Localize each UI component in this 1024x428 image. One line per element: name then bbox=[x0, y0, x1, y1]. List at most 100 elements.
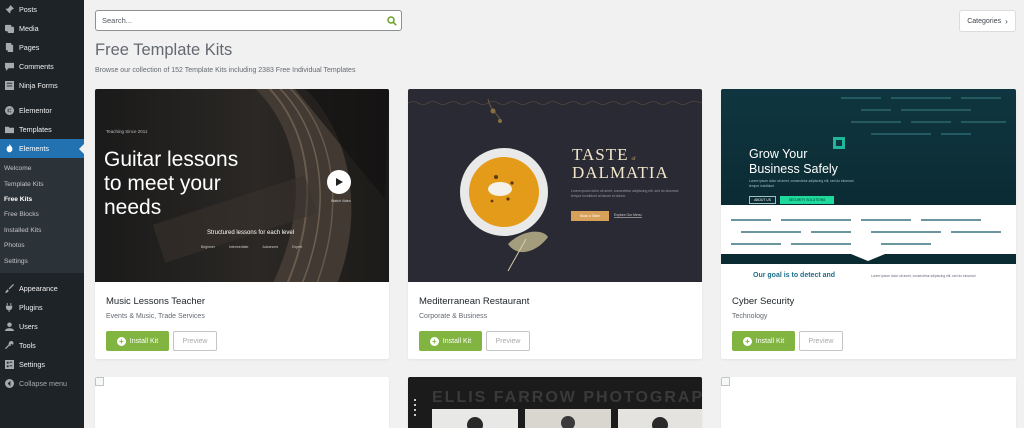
level-label: Advanced bbox=[262, 245, 279, 249]
brush-icon bbox=[4, 283, 14, 293]
menu-item-elementor[interactable]: Elementor bbox=[0, 101, 84, 120]
categories-button[interactable]: Categories › bbox=[959, 10, 1016, 32]
video-label: Watch Video bbox=[331, 199, 351, 203]
thumb-goal: Our goal is to detect and bbox=[753, 272, 836, 279]
menu-item-elements[interactable]: Elements bbox=[0, 139, 84, 158]
thumb-btn-solutions: SECURITY SOLUTIONS bbox=[780, 196, 834, 204]
menu-item-tools[interactable]: Tools bbox=[0, 336, 84, 355]
thumb-body: Lorem ipsum dolor sit amet, consectetur … bbox=[749, 179, 854, 188]
thumb-headline: TASTE of DALMATIA bbox=[572, 145, 669, 183]
submenu-installed-kits[interactable]: Installed Kits bbox=[0, 223, 84, 238]
wrench-icon bbox=[4, 340, 14, 350]
kit-category: Events & Music, Trade Services bbox=[106, 313, 205, 320]
preview-button[interactable]: Preview bbox=[486, 331, 530, 351]
search-icon[interactable] bbox=[383, 15, 401, 26]
page-subtitle: Browse our collection of 152 Template Ki… bbox=[95, 67, 356, 74]
submenu-template-kits[interactable]: Template Kits bbox=[0, 176, 84, 191]
collapse-menu-button[interactable]: Collapse menu bbox=[0, 374, 84, 393]
play-button bbox=[327, 170, 351, 194]
search-box bbox=[95, 10, 402, 31]
kit-title: Music Lessons Teacher bbox=[106, 296, 206, 307]
thumb-headline-line: Guitar lessons bbox=[104, 148, 239, 171]
menu-item-comments[interactable]: Comments bbox=[0, 57, 84, 76]
thumb-small-text: Teaching Since 2011 bbox=[106, 129, 148, 134]
menu-item-media[interactable]: Media bbox=[0, 19, 84, 38]
level-label: Beginner bbox=[201, 245, 216, 249]
menu-item-label: Comments bbox=[19, 62, 54, 71]
menu-item-ninja-forms[interactable]: Ninja Forms bbox=[0, 76, 84, 95]
photo-portraits bbox=[467, 416, 668, 428]
menu-group-top: Posts Media Pages Comments Ninja Forms bbox=[0, 0, 84, 95]
thumb-headline-line: Grow Your bbox=[749, 147, 808, 161]
collapse-icon bbox=[4, 378, 14, 388]
thumb-headline: Guitar lessons to meet your needs bbox=[104, 148, 238, 220]
kit-title: Mediterranean Restaurant bbox=[419, 296, 530, 307]
submenu-free-kits[interactable]: Free Kits bbox=[0, 192, 84, 207]
menu-item-label: Ninja Forms bbox=[19, 81, 58, 90]
menu-item-label: Users bbox=[19, 321, 38, 331]
menu-item-label: Settings bbox=[19, 359, 45, 369]
menu-group-bottom: Appearance Plugins Users Tools Settings … bbox=[0, 279, 84, 393]
thumb-goal-body: Lorem ipsum dolor sit amet, consectetur … bbox=[871, 274, 976, 278]
level-label: Expert bbox=[292, 245, 303, 249]
kit-card bbox=[721, 377, 1016, 428]
search-input[interactable] bbox=[96, 11, 383, 30]
thumb-headline-line: needs bbox=[104, 196, 162, 219]
install-kit-button[interactable]: + Install Kit bbox=[419, 331, 482, 351]
menu-group-mid: Elementor Templates Elements Welcome Tem… bbox=[0, 101, 84, 273]
thumb-tagline: Structured lessons for each level bbox=[207, 230, 295, 236]
thumb-headline-of: of bbox=[631, 157, 636, 162]
thumb-levels: Beginner Intermediate Advanced Expert bbox=[201, 245, 302, 249]
submenu-photos[interactable]: Photos bbox=[0, 238, 84, 253]
flame-icon bbox=[4, 144, 14, 154]
kit-card: Teaching Since 2011 Guitar lessons to me… bbox=[95, 89, 389, 359]
submenu-settings[interactable]: Settings bbox=[0, 253, 84, 268]
plug-icon bbox=[4, 302, 14, 312]
menu-item-settings[interactable]: Settings bbox=[0, 355, 84, 374]
submenu-welcome[interactable]: Welcome bbox=[0, 161, 84, 176]
pin-icon bbox=[4, 5, 14, 15]
broken-image-icon bbox=[95, 377, 104, 386]
install-label: Install Kit bbox=[755, 337, 785, 345]
menu-item-label: Pages bbox=[19, 43, 40, 52]
thumb-btn-about: ABOUT US bbox=[749, 196, 776, 204]
kit-thumbnail[interactable]: Grow Your Business Safely Lorem ipsum do… bbox=[721, 89, 1016, 282]
page-title: Free Template Kits bbox=[95, 41, 233, 59]
kit-card bbox=[95, 377, 389, 428]
kit-category: Corporate & Business bbox=[419, 313, 488, 320]
menu-item-pages[interactable]: Pages bbox=[0, 38, 84, 57]
menu-item-label: Plugins bbox=[19, 302, 43, 312]
submenu-free-blocks[interactable]: Free Blocks bbox=[0, 207, 84, 222]
menu-item-posts[interactable]: Posts bbox=[0, 0, 84, 19]
elementor-icon bbox=[4, 106, 14, 116]
menu-item-label: Elementor bbox=[19, 106, 52, 115]
thumb-btn-book: Book a Table bbox=[571, 211, 609, 221]
plus-circle-icon: + bbox=[429, 336, 439, 346]
menu-item-label: Media bbox=[19, 24, 39, 33]
elements-submenu: Welcome Template Kits Free Kits Free Blo… bbox=[0, 158, 84, 273]
menu-item-templates[interactable]: Templates bbox=[0, 120, 84, 139]
install-label: Install Kit bbox=[442, 337, 472, 345]
settings-icon bbox=[4, 359, 14, 369]
preview-button[interactable]: Preview bbox=[799, 331, 843, 351]
install-kit-button[interactable]: + Install Kit bbox=[106, 331, 169, 351]
comment-icon bbox=[4, 62, 14, 72]
thumb-headline-line: TASTE bbox=[572, 145, 629, 164]
menu-item-users[interactable]: Users bbox=[0, 317, 84, 336]
menu-item-plugins[interactable]: Plugins bbox=[0, 298, 84, 317]
thumb-body: Lorem ipsum dolor sit amet, consectetur … bbox=[571, 189, 679, 198]
menu-item-label: Templates bbox=[19, 125, 52, 134]
thumb-headline-line: Business Safely bbox=[749, 162, 838, 176]
kit-thumbnail[interactable]: Teaching Since 2011 Guitar lessons to me… bbox=[95, 89, 389, 282]
preview-button[interactable]: Preview bbox=[173, 331, 217, 351]
level-label: Intermediate bbox=[229, 245, 249, 249]
install-kit-button[interactable]: + Install Kit bbox=[732, 331, 795, 351]
play-icon bbox=[336, 178, 343, 186]
kit-category: Technology bbox=[732, 313, 768, 320]
categories-label: Categories bbox=[967, 17, 1002, 25]
menu-item-appearance[interactable]: Appearance bbox=[0, 279, 84, 298]
thumb-btn-menu: Explore Our Menu bbox=[614, 213, 642, 218]
folder-icon bbox=[4, 125, 14, 135]
menu-item-label: Appearance bbox=[19, 283, 58, 293]
kit-thumbnail[interactable]: TASTE of DALMATIA Lorem ipsum dolor sit … bbox=[408, 89, 702, 282]
